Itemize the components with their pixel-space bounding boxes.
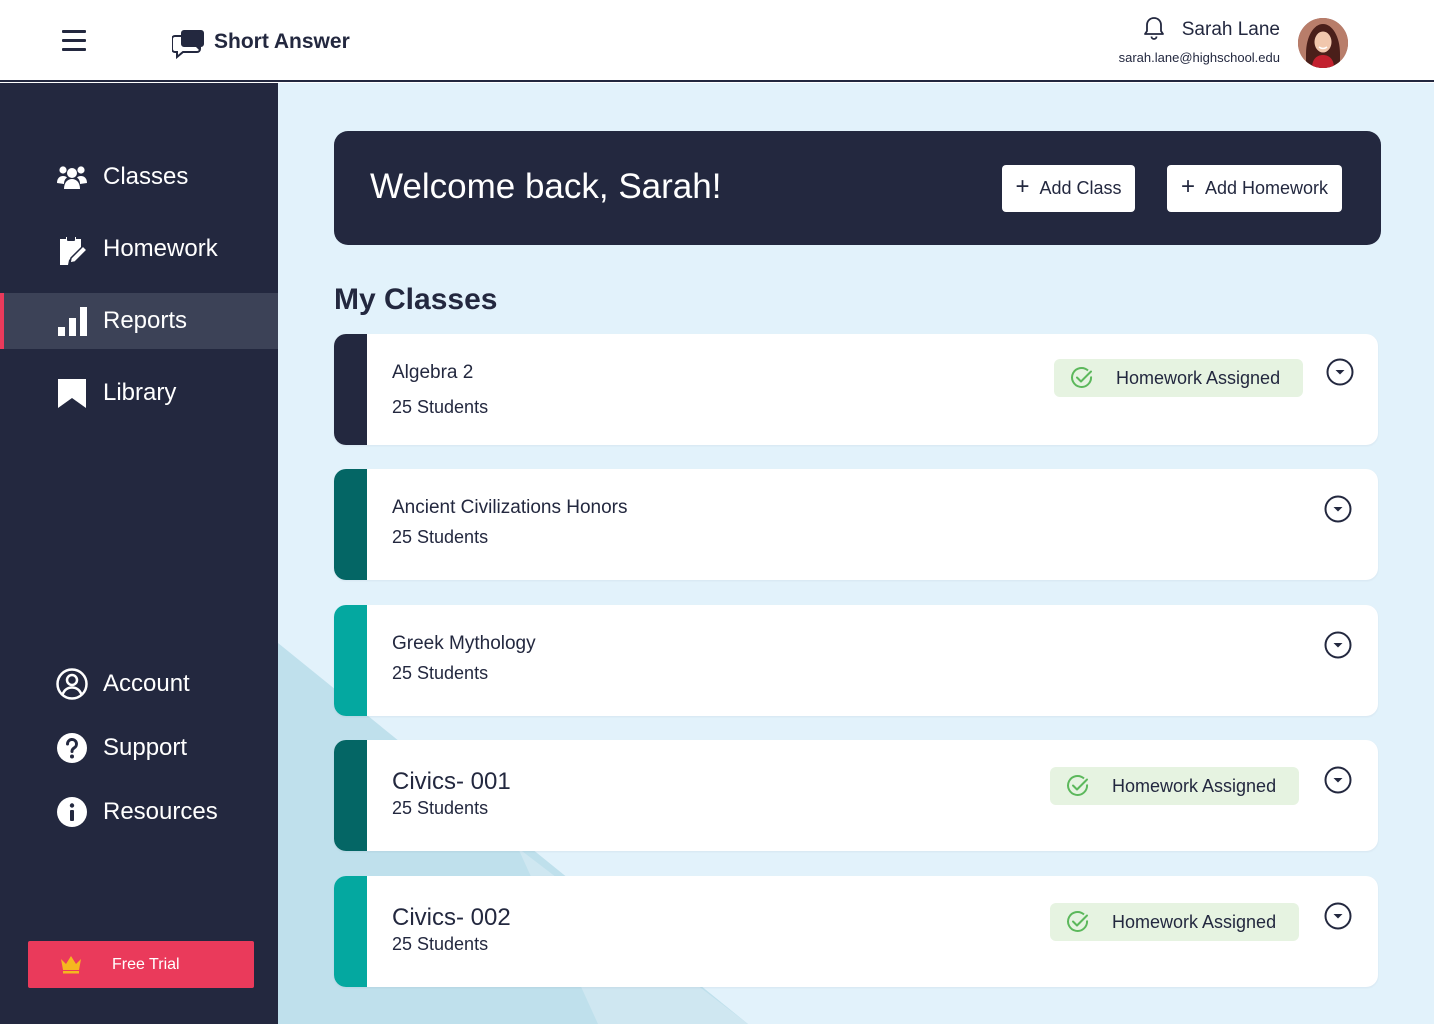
clipboard-edit-icon bbox=[55, 232, 89, 266]
user-name: Sarah Lane bbox=[1181, 19, 1280, 40]
sidebar-item-label: Resources bbox=[103, 798, 218, 825]
free-trial-button[interactable]: Free Trial bbox=[28, 941, 254, 988]
status-badge: Homework Assigned bbox=[1050, 767, 1299, 805]
free-trial-label: Free Trial bbox=[112, 955, 180, 973]
section-title: My Classes bbox=[334, 283, 498, 316]
sidebar-item-support[interactable]: Support bbox=[0, 720, 278, 776]
sidebar-item-label: Support bbox=[103, 734, 188, 761]
class-students: 25 Students bbox=[392, 397, 489, 417]
plus-icon: + bbox=[1180, 173, 1195, 200]
brand[interactable]: Short Answer bbox=[172, 22, 350, 62]
sidebar: Classes Homework Reports Library Account… bbox=[0, 83, 278, 1024]
class-card-algebra-2[interactable]: Algebra 2 25 Students Homework Assigned bbox=[334, 334, 1378, 445]
class-color-stripe bbox=[334, 605, 367, 716]
class-card-greek-mythology[interactable]: Greek Mythology 25 Students bbox=[334, 605, 1378, 716]
sidebar-item-label: Library bbox=[103, 379, 177, 406]
user-email: sarah.lane@highschool.edu bbox=[1118, 50, 1280, 65]
class-name: Greek Mythology bbox=[392, 633, 536, 654]
status-badge-label: Homework Assigned bbox=[1116, 367, 1281, 388]
check-circle-icon bbox=[1067, 774, 1089, 796]
welcome-banner: Welcome back, Sarah! + Add Class + Add H… bbox=[334, 131, 1381, 245]
sidebar-item-account[interactable]: Account bbox=[0, 656, 278, 712]
class-students: 25 Students bbox=[392, 663, 489, 683]
add-homework-button[interactable]: + Add Homework bbox=[1167, 165, 1342, 212]
class-name: Civics- 002 bbox=[392, 904, 511, 931]
sidebar-item-label: Classes bbox=[103, 163, 189, 190]
chevron-down-circle-icon[interactable] bbox=[1324, 766, 1352, 794]
chevron-down-circle-icon[interactable] bbox=[1324, 902, 1352, 930]
class-students: 25 Students bbox=[392, 798, 489, 818]
sidebar-item-label: Homework bbox=[103, 235, 218, 262]
add-class-label: Add Class bbox=[1039, 178, 1122, 198]
class-students: 25 Students bbox=[392, 934, 489, 954]
status-badge: Homework Assigned bbox=[1054, 359, 1303, 397]
sidebar-item-resources[interactable]: Resources bbox=[0, 784, 278, 840]
status-badge: Homework Assigned bbox=[1050, 903, 1299, 941]
hamburger-menu-icon[interactable] bbox=[56, 26, 92, 56]
sidebar-item-classes[interactable]: Classes bbox=[0, 149, 278, 205]
class-color-stripe bbox=[334, 469, 367, 580]
class-name: Ancient Civilizations Honors bbox=[392, 497, 628, 518]
class-color-stripe bbox=[334, 334, 367, 445]
class-color-stripe bbox=[334, 876, 367, 987]
people-icon bbox=[55, 160, 89, 194]
sidebar-item-library[interactable]: Library bbox=[0, 365, 278, 421]
class-name: Civics- 001 bbox=[392, 768, 511, 795]
bar-chart-icon bbox=[55, 304, 89, 338]
sidebar-item-label: Reports bbox=[103, 307, 188, 334]
add-class-button[interactable]: + Add Class bbox=[1002, 165, 1135, 212]
class-card-civics-002[interactable]: Civics- 002 25 Students Homework Assigne… bbox=[334, 876, 1378, 987]
sidebar-item-homework[interactable]: Homework bbox=[0, 221, 278, 277]
avatar[interactable] bbox=[1298, 18, 1348, 68]
plus-icon: + bbox=[1015, 173, 1030, 200]
status-badge-label: Homework Assigned bbox=[1112, 775, 1277, 796]
class-students: 25 Students bbox=[392, 527, 489, 547]
bookmark-icon bbox=[55, 376, 89, 410]
check-circle-icon bbox=[1067, 910, 1089, 932]
crown-icon bbox=[61, 956, 81, 974]
check-circle-icon bbox=[1071, 366, 1093, 388]
chevron-down-circle-icon[interactable] bbox=[1324, 495, 1352, 523]
chevron-down-circle-icon[interactable] bbox=[1324, 631, 1352, 659]
main-content: Welcome back, Sarah! + Add Class + Add H… bbox=[278, 83, 1434, 1024]
sidebar-item-label: Account bbox=[103, 670, 190, 697]
welcome-title: Welcome back, Sarah! bbox=[370, 167, 722, 206]
brand-name: Short Answer bbox=[214, 30, 350, 53]
sidebar-item-reports[interactable]: Reports bbox=[0, 293, 278, 349]
status-badge-label: Homework Assigned bbox=[1112, 911, 1277, 932]
chat-bubbles-icon bbox=[172, 30, 204, 59]
class-name: Algebra 2 bbox=[392, 362, 474, 383]
class-color-stripe bbox=[334, 740, 367, 851]
info-circle-icon bbox=[55, 795, 89, 829]
class-card-civics-001[interactable]: Civics- 001 25 Students Homework Assigne… bbox=[334, 740, 1378, 851]
top-header: Short Answer Sarah Lane sarah.lane@highs… bbox=[0, 0, 1434, 82]
chevron-down-circle-icon[interactable] bbox=[1326, 358, 1354, 386]
add-homework-label: Add Homework bbox=[1204, 178, 1329, 198]
class-card-ancient-civilizations-honors[interactable]: Ancient Civilizations Honors 25 Students bbox=[334, 469, 1378, 580]
user-circle-icon bbox=[55, 667, 89, 701]
question-circle-icon bbox=[55, 731, 89, 765]
